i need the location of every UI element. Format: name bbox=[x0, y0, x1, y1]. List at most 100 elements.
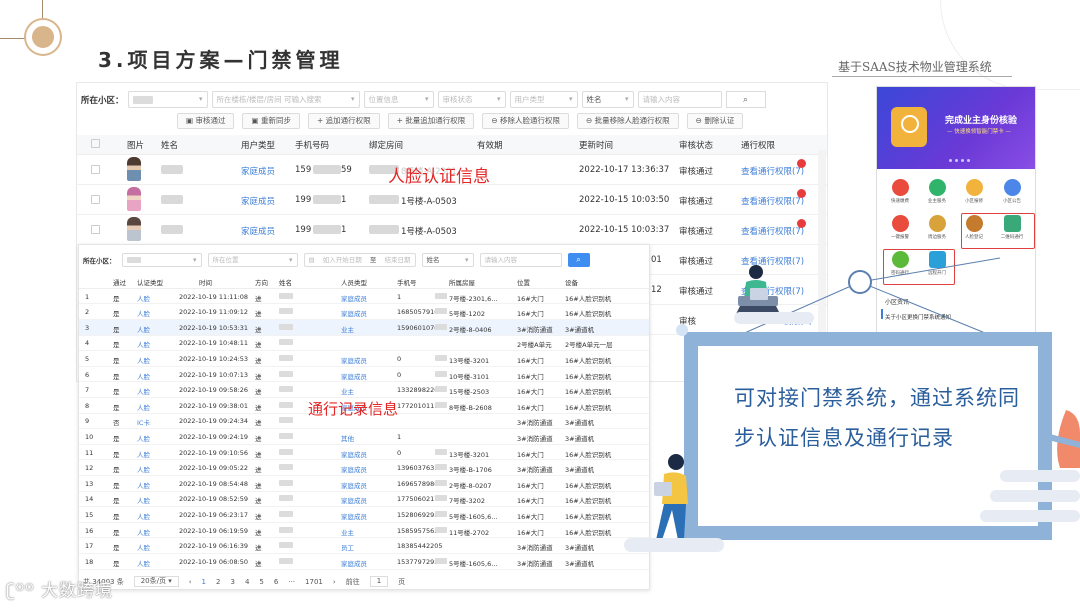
device: 16#人脸识别机 bbox=[565, 372, 612, 381]
field-select[interactable]: 姓名 ▾ bbox=[421, 253, 474, 267]
house-redacted bbox=[435, 557, 447, 564]
table-row[interactable]: 12 是人脸 2022-10-19 09:05:22 进家庭成员 13960376315… bbox=[79, 461, 649, 476]
goto-page-input[interactable]: 1 bbox=[369, 576, 389, 587]
user-type-select[interactable]: 用户类型 ▾ bbox=[509, 91, 578, 108]
tile-nearby[interactable]: 周边服务 bbox=[922, 215, 952, 240]
view-access-link[interactable]: 查看通行权限(7) bbox=[741, 195, 804, 207]
page-last[interactable]: 1701 bbox=[305, 578, 323, 586]
chevron-down-icon: ▾ bbox=[288, 256, 293, 264]
audit-status: 审核通过 bbox=[679, 197, 714, 207]
face-filter-bar: 所在小区： ▾ 所在楼栋/楼层/房间 可输入搜索 ▾ 位置信息 ▾ 审核状态 ▾ 用户… bbox=[81, 91, 766, 108]
person-type: 家庭成员 bbox=[341, 466, 367, 475]
page-5[interactable]: 5 bbox=[259, 578, 263, 586]
audit-status-select[interactable]: 审核状态 ▾ bbox=[437, 91, 506, 108]
table-row[interactable]: 10 是 人脸 2022-10-19 09:24:19 进 其他 1 3#消防通道 3#通道机 bbox=[79, 429, 649, 445]
passed: 是 bbox=[113, 403, 120, 412]
search-button[interactable]: ⌕ bbox=[567, 253, 590, 267]
delete-auth-button[interactable]: ⊖ 删除认证 bbox=[686, 113, 744, 129]
time: 2022-10-19 08:52:59 bbox=[179, 495, 249, 504]
page-4[interactable]: 4 bbox=[245, 578, 249, 586]
device: 3#通道机 bbox=[565, 325, 595, 334]
position: 3#消防通道 bbox=[517, 544, 553, 553]
building-select[interactable]: 所在楼栋/楼层/房间 可输入搜索 ▾ bbox=[211, 91, 360, 108]
row-index: 10 bbox=[85, 432, 94, 441]
select-all-checkbox[interactable] bbox=[91, 139, 100, 148]
page-1[interactable]: 1 bbox=[202, 578, 206, 586]
community-select[interactable]: ▾ bbox=[121, 253, 202, 267]
location-select[interactable]: 所在位置 ▾ bbox=[207, 253, 298, 267]
col-room: 绑定房间 bbox=[369, 141, 404, 151]
user-type: 家庭成员 bbox=[241, 167, 276, 177]
view-access-link[interactable]: 查看通行权限(7) bbox=[741, 165, 804, 177]
tile-owner-service[interactable]: 业主服务 bbox=[922, 179, 952, 204]
page-size-select[interactable]: 20条/页 ▾ bbox=[133, 576, 179, 587]
community-select[interactable]: ▾ bbox=[127, 91, 208, 108]
house: 2号楼-8-0406 bbox=[449, 325, 492, 334]
resync-button[interactable]: ▣ 重新同步 bbox=[242, 113, 300, 129]
passed: 是 bbox=[113, 388, 120, 397]
person-type: 家庭成员 bbox=[341, 450, 367, 459]
search-icon: ⌕ bbox=[576, 255, 581, 264]
batch-add-access-button[interactable]: + 批量追加通行权限 bbox=[387, 113, 475, 129]
tile-quick-pay[interactable]: 快速缴费 bbox=[885, 179, 915, 204]
verify-banner[interactable]: 完成业主身份核验 — 快速换领智能门禁卡 — bbox=[877, 87, 1035, 169]
row-checkbox[interactable] bbox=[91, 225, 100, 234]
position: 16#大门 bbox=[517, 310, 544, 319]
house: 15号楼-2503 bbox=[449, 388, 490, 397]
row-index: 8 bbox=[85, 401, 90, 410]
table-row[interactable]: 11 是 人脸 2022-10-19 09:10:56 进 家庭成员 0 13号楼-3201 1… bbox=[79, 445, 649, 461]
tile-notice[interactable]: 小区公告 bbox=[997, 179, 1027, 204]
approve-button[interactable]: ▣ 审核通过 bbox=[177, 113, 235, 129]
auth-type: 人脸 bbox=[137, 450, 150, 459]
tile-alarm[interactable]: 一键报警 bbox=[885, 215, 915, 240]
notice-icon bbox=[1003, 179, 1021, 196]
tile-repair[interactable]: 小区报修 bbox=[959, 179, 989, 204]
keyword-input[interactable]: 请输入内容 bbox=[479, 253, 562, 267]
auth-type: 人脸 bbox=[137, 559, 150, 568]
row-checkbox[interactable] bbox=[91, 195, 100, 204]
table-row[interactable]: 6 是 人脸 2022-10-19 10:07:13 进 家庭成员 0 10号楼-3101 16… bbox=[79, 367, 649, 383]
table-row[interactable]: 3 是人脸 2022-10-19 10:53:31 进业主 15906010703 2号楼… bbox=[79, 320, 649, 336]
prev-page-button[interactable]: ‹ bbox=[189, 578, 192, 586]
batch-remove-face-access-button[interactable]: ⊖ 批量移除人脸通行权限 bbox=[576, 113, 679, 129]
col-time: 时间 bbox=[199, 279, 212, 287]
row-checkbox[interactable] bbox=[91, 165, 100, 174]
table-row[interactable]: 2 是人脸 2022-10-19 11:09:12 进家庭成员 16850579161 5… bbox=[79, 305, 649, 320]
table-row[interactable]: 家庭成员 199 1 1号楼-A-0503 2022-10-15 10:03:3… bbox=[77, 215, 827, 245]
table-row[interactable]: 13 是人脸 2022-10-19 08:54:48 进家庭成员 16965789863… bbox=[79, 476, 649, 492]
avatar bbox=[127, 187, 141, 211]
page-3[interactable]: 3 bbox=[230, 578, 234, 586]
passed: 是 bbox=[113, 544, 120, 553]
table-row[interactable]: 15 是人脸 2022-10-19 06:23:17 进家庭成员 15280692952… bbox=[79, 507, 649, 523]
table-row[interactable]: 16 是人脸 2022-10-19 06:19:59 进业主 15859575635 11… bbox=[79, 523, 649, 539]
auth-type: 人脸 bbox=[137, 372, 150, 381]
table-row[interactable]: 5 是 人脸 2022-10-19 10:24:53 进 家庭成员 0 13号楼-3201 16… bbox=[79, 351, 649, 367]
page-ellipsis[interactable]: ··· bbox=[288, 578, 295, 586]
position: 3#消防通道 bbox=[517, 434, 553, 443]
date-range-input[interactable]: ▤ 如入开始日期至结束日期 bbox=[303, 253, 416, 267]
remove-face-access-button[interactable]: ⊖ 移除人脸通行权限 bbox=[482, 113, 569, 129]
phone: 1 bbox=[397, 292, 402, 301]
direction: 进 bbox=[255, 388, 262, 397]
table-row[interactable]: 4 是 人脸 2022-10-19 10:48:11 进 2号楼A单元 2号楼A单元一层 bbox=[79, 336, 649, 352]
direction: 进 bbox=[255, 466, 262, 475]
page-2[interactable]: 2 bbox=[216, 578, 220, 586]
notice-badge bbox=[797, 159, 806, 168]
table-row[interactable]: 18 是人脸 2022-10-19 06:08:50 进家庭成员 15377972957… bbox=[79, 554, 649, 570]
table-row[interactable]: 1 是 人脸 2022-10-19 11:11:08 进 家庭成员 1 7号楼-2301,6…… bbox=[79, 289, 649, 305]
field-select[interactable]: 姓名 ▾ bbox=[581, 91, 634, 108]
page-6[interactable]: 6 bbox=[274, 578, 278, 586]
table-row[interactable]: 家庭成员 199 1 1号楼-A-0503 2022-10-15 10:03:5… bbox=[77, 185, 827, 215]
search-button[interactable]: ⌕ bbox=[725, 91, 766, 108]
view-access-link[interactable]: 查看通行权限(7) bbox=[741, 225, 804, 237]
name-redacted bbox=[161, 195, 183, 204]
add-access-button[interactable]: + 追加通行权限 bbox=[307, 113, 380, 129]
device: 3#通道机 bbox=[565, 419, 595, 428]
location-select[interactable]: 位置信息 ▾ bbox=[363, 91, 434, 108]
next-page-button[interactable]: › bbox=[333, 578, 336, 586]
table-row[interactable]: 14 是人脸 2022-10-19 08:52:59 进家庭成员 17750602171… bbox=[79, 492, 649, 508]
name-redacted bbox=[279, 292, 293, 299]
table-row[interactable]: 17 是 人脸 2022-10-19 06:16:39 进 员工 18385442205 3#… bbox=[79, 539, 649, 554]
table-row[interactable]: 7 是人脸 2022-10-19 09:58:26 进业主 13328982209 15号… bbox=[79, 383, 649, 398]
keyword-input[interactable]: 请输入内容 bbox=[637, 91, 722, 108]
